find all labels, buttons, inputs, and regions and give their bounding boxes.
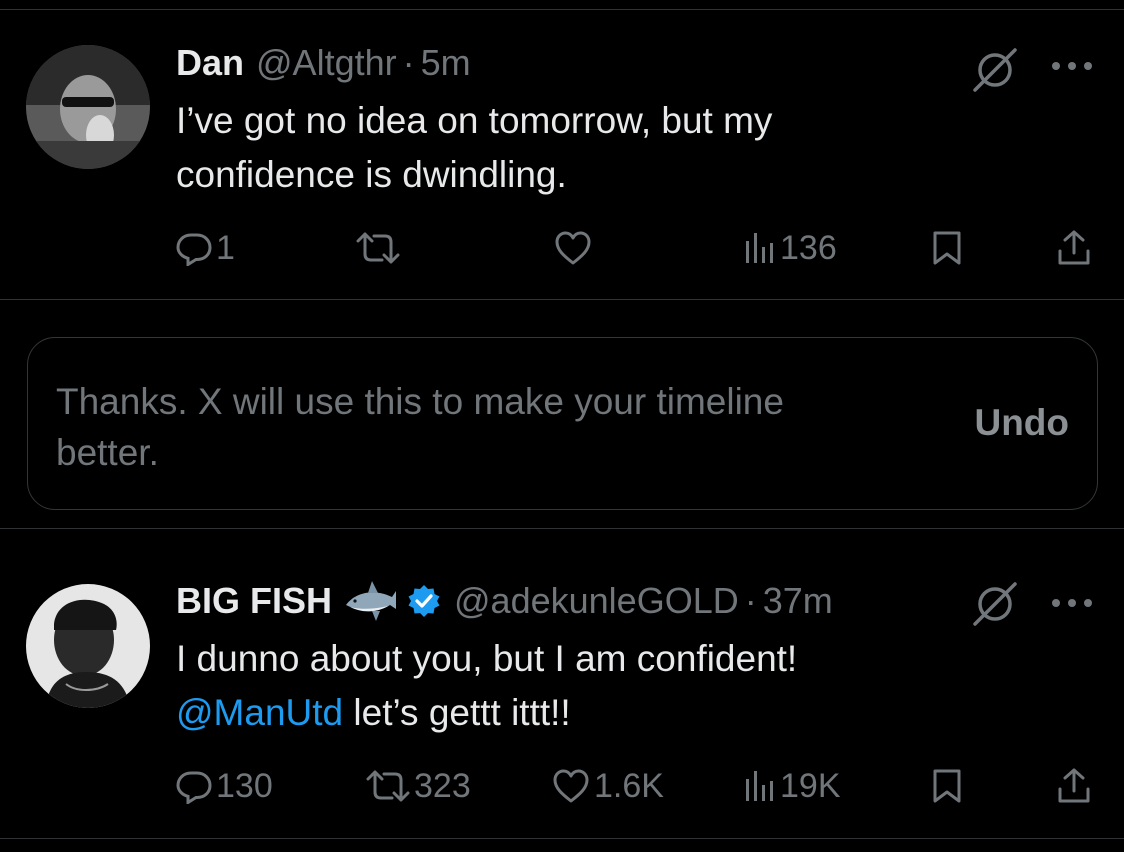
tweet-text-line: I dunno about you, but I am confident! — [176, 638, 798, 679]
avatar[interactable] — [26, 584, 150, 708]
more-options-icon[interactable] — [1050, 60, 1094, 72]
share-button[interactable] — [1056, 764, 1092, 808]
user-handle[interactable]: @Altgthr — [256, 42, 397, 84]
feedback-notice: Thanks. X will use this to make your tim… — [27, 337, 1098, 510]
timestamp[interactable]: 5m — [421, 42, 471, 84]
reply-icon — [176, 233, 212, 266]
tweet-divider — [0, 299, 1124, 300]
reply-button[interactable]: 1 — [176, 226, 235, 270]
grok-icon[interactable] — [968, 46, 1022, 94]
views-button[interactable]: 19K — [744, 764, 841, 808]
tweet-text-line: confidence is dwindling. — [176, 154, 567, 195]
tweet-header: Dan @Altgthr · 5m — [176, 42, 471, 84]
views-button[interactable]: 136 — [744, 226, 837, 270]
views-count: 19K — [780, 766, 841, 805]
tweet-header: BIG FISH @adekunleGOLD · 37m — [176, 579, 833, 623]
views-icon — [746, 233, 773, 263]
action-bar: 1 136 — [176, 226, 1096, 270]
display-name[interactable]: BIG FISH — [176, 580, 332, 622]
bookmark-icon — [933, 769, 961, 803]
timestamp[interactable]: 37m — [763, 580, 833, 622]
verified-badge-icon — [408, 585, 440, 617]
more-options-icon[interactable] — [1050, 597, 1094, 609]
tweet-text: I dunno about you, but I am confident! @… — [176, 632, 797, 740]
grok-icon[interactable] — [968, 580, 1022, 628]
notice-text: Thanks. X will use this to make your tim… — [56, 381, 784, 473]
tweet-big-fish[interactable]: BIG FISH @adekunleGOLD · 37m I dunno abo… — [0, 529, 1124, 839]
shark-emoji-icon — [346, 581, 397, 621]
bookmark-button[interactable] — [932, 226, 962, 270]
reply-count: 130 — [216, 766, 273, 805]
bookmark-icon — [933, 231, 961, 265]
like-button[interactable]: 1.6K — [552, 764, 664, 808]
share-icon — [1058, 768, 1090, 803]
action-bar: 130 323 1.6K 19K — [176, 764, 1096, 808]
user-handle[interactable]: @adekunleGOLD — [454, 580, 739, 622]
separator: · — [744, 580, 757, 621]
tweet-text-line: I’ve got no idea on tomorrow, but my — [176, 100, 773, 141]
separator: · — [402, 42, 415, 83]
views-icon — [746, 771, 773, 801]
avatar-image — [26, 45, 150, 169]
mention-link[interactable]: @ManUtd — [176, 692, 343, 733]
share-icon — [1058, 230, 1090, 265]
undo-button[interactable]: Undo — [974, 402, 1069, 444]
tweet-text-line: @ManUtd let’s gettt ittt!! — [176, 686, 797, 740]
reply-icon — [176, 771, 212, 804]
tweet-text-rest: let’s gettt ittt!! — [343, 692, 571, 733]
avatar[interactable] — [26, 45, 150, 169]
repost-count: 323 — [414, 766, 471, 805]
reply-count: 1 — [216, 228, 235, 267]
like-button[interactable] — [554, 226, 592, 270]
tweet-text: I’ve got no idea on tomorrow, but my con… — [176, 94, 772, 202]
repost-button[interactable] — [356, 226, 400, 270]
display-name[interactable]: Dan — [176, 42, 244, 84]
repost-icon — [366, 770, 410, 802]
share-button[interactable] — [1056, 226, 1092, 270]
heart-icon — [555, 231, 591, 265]
tweet-dan[interactable]: Dan @Altgthr · 5m I’ve got no idea on to… — [0, 0, 1124, 300]
heart-icon — [553, 769, 589, 803]
avatar-image — [26, 584, 150, 708]
bookmark-button[interactable] — [932, 764, 962, 808]
repost-button[interactable]: 323 — [366, 764, 471, 808]
like-count: 1.6K — [594, 766, 664, 805]
repost-icon — [356, 232, 400, 264]
bottom-divider — [0, 838, 1124, 839]
reply-button[interactable]: 130 — [176, 764, 273, 808]
views-count: 136 — [780, 228, 837, 267]
